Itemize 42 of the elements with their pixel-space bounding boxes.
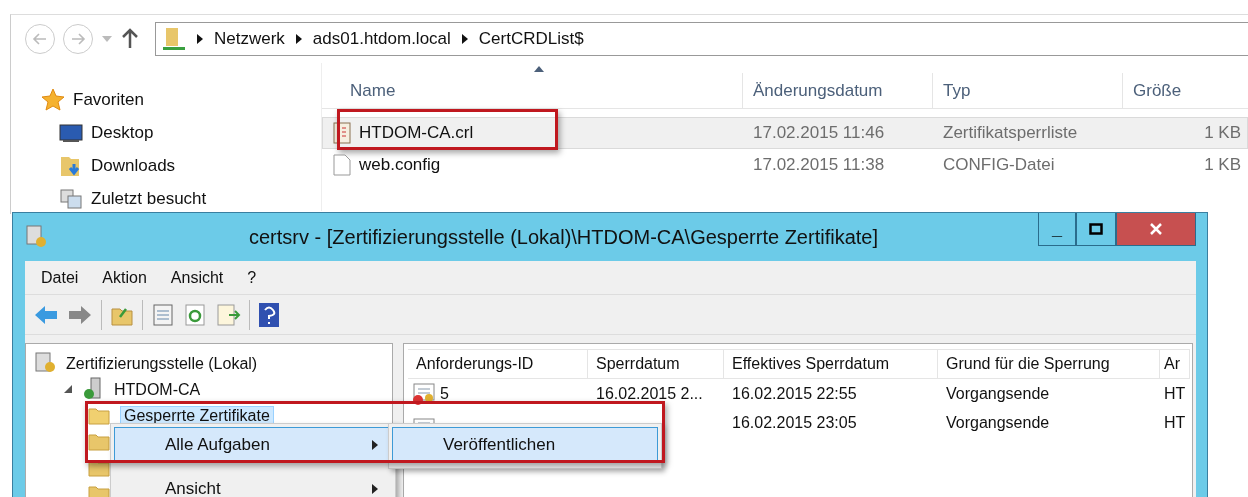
column-header[interactable]: Änderungsdatum xyxy=(742,73,932,108)
breadcrumb-item[interactable]: CertCRDList$ xyxy=(478,29,584,49)
column-header[interactable]: Anforderungs-ID xyxy=(408,349,588,379)
tree-item[interactable]: Zertifizierungsstelle (Lokal) xyxy=(62,353,262,373)
file-type: Zertifikatsperrliste xyxy=(943,123,1078,143)
menu-item[interactable]: Datei xyxy=(41,268,79,287)
table-cell: Vorgangsende xyxy=(946,413,1050,432)
address-bar[interactable]: Netzwerk ads01.htdom.local CertCRDList$ xyxy=(155,22,1248,56)
modified-date: 17.02.2015 11:38 xyxy=(753,155,885,175)
tree-item[interactable]: HTDOM-CA xyxy=(110,379,205,399)
column-header[interactable]: Grund für die Sperrung xyxy=(938,349,1160,379)
breadcrumb-item[interactable]: ads01.htdom.local xyxy=(312,29,451,49)
table-cell: HT xyxy=(1164,384,1186,403)
file-name[interactable]: web.config xyxy=(359,155,441,175)
menu-item[interactable]: ? xyxy=(247,268,257,287)
table-cell: Vorgangsende xyxy=(946,384,1050,403)
column-header[interactable]: Effektives Sperrdatum xyxy=(724,349,938,379)
file-size: 1 KB xyxy=(1204,155,1241,175)
table-cell: HT xyxy=(1164,413,1186,432)
file-size: 1 KB xyxy=(1204,123,1241,143)
sidebar-item[interactable]: Zuletzt besucht xyxy=(91,188,207,209)
window-title: certsrv - [Zertifizierungsstelle (Lokal)\HTDOM-CA\Gesperrte Zertifikate] xyxy=(248,225,879,249)
column-header[interactable]: Sperrdatum xyxy=(588,349,724,379)
column-header[interactable]: Name xyxy=(322,73,742,108)
modified-date: 17.02.2015 11:46 xyxy=(753,123,885,143)
table-cell: 5 xyxy=(440,384,449,403)
column-header[interactable]: Ar xyxy=(1160,349,1190,379)
minimize-button[interactable]: _ xyxy=(1038,213,1076,246)
menu-item[interactable]: Ansicht xyxy=(170,268,224,287)
sidebar-item[interactable]: Desktop xyxy=(91,122,154,143)
column-header[interactable]: Größe xyxy=(1122,73,1246,108)
file-name[interactable]: HTDOM-CA.crl xyxy=(359,123,474,143)
table-cell: 16.02.2015 22:55 xyxy=(732,384,857,403)
menu-item[interactable]: Ansicht xyxy=(114,471,392,497)
table-cell: 16.02.2015 2... xyxy=(596,384,703,403)
column-header[interactable]: Typ xyxy=(932,73,1122,108)
menu-item[interactable]: Aktion xyxy=(102,268,147,287)
table-cell: 16.02.2015 23:05 xyxy=(732,413,857,432)
file-type: CONFIG-Datei xyxy=(943,155,1055,175)
sidebar-item[interactable]: Downloads xyxy=(91,155,176,176)
sidebar-item[interactable]: Favoriten xyxy=(73,89,144,110)
breadcrumb-item[interactable]: Netzwerk xyxy=(214,29,285,49)
